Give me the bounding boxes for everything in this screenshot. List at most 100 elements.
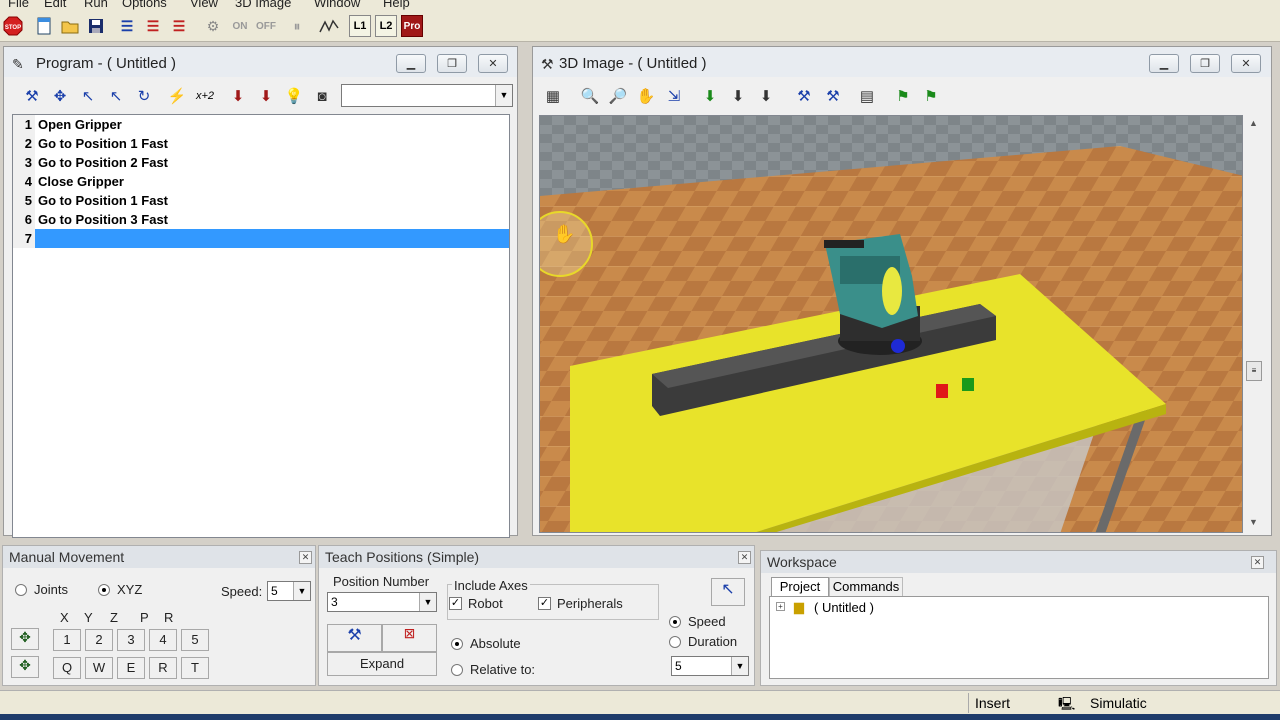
key-5-button[interactable]: 5 [181, 629, 209, 651]
robot-view-1-button[interactable]: ⚒ [792, 84, 816, 108]
go-to-position-button[interactable]: ↖ [711, 578, 745, 606]
menu-help[interactable]: Help [383, 0, 410, 10]
scroll-down-icon[interactable]: ▼ [1249, 517, 1258, 527]
key-1-button[interactable]: 1 [53, 629, 81, 651]
teach-speed-combo[interactable]: 5 ▼ [671, 656, 749, 676]
gripper-gray-button[interactable]: ⚙ [202, 15, 224, 37]
l1-button[interactable]: L1 [349, 15, 371, 37]
camera-view-3-button[interactable]: ⬇ [754, 84, 778, 108]
minimize-button[interactable]: ▁ [1149, 54, 1179, 73]
close-button[interactable]: ✕ [478, 54, 508, 73]
off-button[interactable]: OFF [254, 15, 278, 37]
program-line-6[interactable]: 6 Go to Position 3 Fast [13, 210, 509, 229]
teach-position-button[interactable]: ⚒ [327, 624, 382, 652]
robot-view-2-button[interactable]: ⚒ [821, 84, 845, 108]
step-button[interactable]: ⏸ [286, 15, 308, 37]
program-line-7-selected[interactable]: 7 [13, 229, 509, 248]
arm-move-1-button[interactable]: ↖ [76, 84, 100, 108]
gripper-close-button[interactable]: ✥ [11, 656, 39, 678]
tree-expand-icon[interactable]: + [776, 602, 785, 611]
camera-button[interactable]: ◙ [310, 84, 334, 108]
program-line-2[interactable]: 2 Go to Position 1 Fast [13, 134, 509, 153]
menu-file[interactable]: File [8, 0, 29, 10]
program-listing[interactable]: 1 Open Gripper 2 Go to Position 1 Fast 3 Go… [12, 114, 510, 538]
camera-view-2-button[interactable]: ⬇ [726, 84, 750, 108]
minimize-button[interactable]: ▁ [396, 54, 426, 73]
pan-button[interactable]: ✋ [634, 84, 658, 108]
relative-radio[interactable] [451, 664, 463, 676]
fit-button[interactable]: ⇲ [662, 84, 686, 108]
menu-window[interactable]: Window [314, 0, 360, 10]
view-settings-button[interactable]: ▦ [541, 84, 565, 108]
close-icon[interactable]: ✕ [299, 551, 312, 564]
menu-edit[interactable]: Edit [44, 0, 66, 10]
objects-button[interactable]: ⚑ [891, 84, 915, 108]
objects-list-button[interactable]: ⚑ [919, 84, 943, 108]
chevron-down-icon[interactable]: ▼ [731, 657, 748, 675]
open-file-button[interactable] [59, 15, 81, 37]
expand-button[interactable]: Expand [327, 652, 437, 676]
calculator-button[interactable]: ▤ [855, 84, 879, 108]
chevron-down-icon[interactable]: ▼ [419, 593, 436, 611]
stop-button[interactable]: STOP [2, 15, 24, 37]
key-t-button[interactable]: T [181, 657, 209, 679]
tree-root-label[interactable]: ( Untitled ) [814, 600, 874, 615]
absolute-radio[interactable] [451, 638, 463, 650]
zoom-region-button[interactable]: 🔎 [606, 84, 630, 108]
list-button-2[interactable]: ☰ [142, 15, 164, 37]
scroll-up-icon[interactable]: ▲ [1249, 118, 1258, 128]
menu-run[interactable]: Run [84, 0, 108, 10]
on-button[interactable]: ON [228, 15, 252, 37]
robot-tool-1-button[interactable]: ⚒ [20, 84, 44, 108]
duration-radio[interactable] [669, 636, 681, 648]
input-button[interactable]: ⬇ [254, 84, 278, 108]
key-2-button[interactable]: 2 [85, 629, 113, 651]
key-q-button[interactable]: Q [53, 657, 81, 679]
tab-commands[interactable]: Commands [829, 577, 903, 597]
list-button-3[interactable]: ☰ [168, 15, 190, 37]
key-e-button[interactable]: E [117, 657, 145, 679]
key-4-button[interactable]: 4 [149, 629, 177, 651]
3d-vertical-scrollbar[interactable]: ▲ ≡ ▼ [1245, 115, 1263, 533]
manual-speed-combo[interactable]: 5 ▼ [267, 581, 311, 601]
delete-position-button[interactable]: ⊠ [382, 624, 437, 652]
menu-options[interactable]: Options [122, 0, 167, 10]
key-3-button[interactable]: 3 [117, 629, 145, 651]
gripper-open-button[interactable]: ✥ [11, 628, 39, 650]
camera-view-1-button[interactable]: ⬇ [698, 84, 722, 108]
save-button[interactable] [85, 15, 107, 37]
jump-button[interactable]: ⚡ [165, 84, 189, 108]
new-file-button[interactable] [33, 15, 55, 37]
output-button[interactable]: ⬇ [226, 84, 250, 108]
light-button[interactable]: 💡 [282, 84, 306, 108]
graph-button[interactable] [318, 15, 340, 37]
robot-checkbox[interactable]: ✓ [449, 597, 462, 610]
pro-button[interactable]: Pro [401, 15, 423, 37]
chevron-down-icon[interactable]: ▼ [293, 582, 310, 600]
zoom-button[interactable]: 🔍 [578, 84, 602, 108]
close-button[interactable]: ✕ [1231, 54, 1261, 73]
maximize-button[interactable]: ❐ [1190, 54, 1220, 73]
program-line-3[interactable]: 3 Go to Position 2 Fast [13, 153, 509, 172]
speed-radio[interactable] [669, 616, 681, 628]
peripherals-checkbox[interactable]: ✓ [538, 597, 551, 610]
joints-radio[interactable] [15, 584, 27, 596]
program-line-5[interactable]: 5 Go to Position 1 Fast [13, 191, 509, 210]
xyz-radio[interactable] [98, 584, 110, 596]
maximize-button[interactable]: ❐ [437, 54, 467, 73]
close-icon[interactable]: ✕ [1251, 556, 1264, 569]
robot-tool-2-button[interactable]: ✥ [48, 84, 72, 108]
menu-3d-image[interactable]: 3D Image [235, 0, 291, 10]
close-icon[interactable]: ✕ [738, 551, 751, 564]
program-command-combo[interactable]: ▼ [341, 84, 513, 107]
program-line-4[interactable]: 4 Close Gripper [13, 172, 509, 191]
3d-viewport[interactable]: ✋ [539, 115, 1243, 533]
arm-move-2-button[interactable]: ↖ [104, 84, 128, 108]
tab-project[interactable]: Project [771, 577, 829, 597]
list-button-1[interactable]: ☰ [116, 15, 138, 37]
position-number-combo[interactable]: 3 ▼ [327, 592, 437, 612]
project-tree[interactable]: + ▆ ( Untitled ) [769, 596, 1269, 679]
scroll-thumb[interactable]: ≡ [1246, 361, 1262, 381]
menu-view[interactable]: View [190, 0, 218, 10]
key-w-button[interactable]: W [85, 657, 113, 679]
